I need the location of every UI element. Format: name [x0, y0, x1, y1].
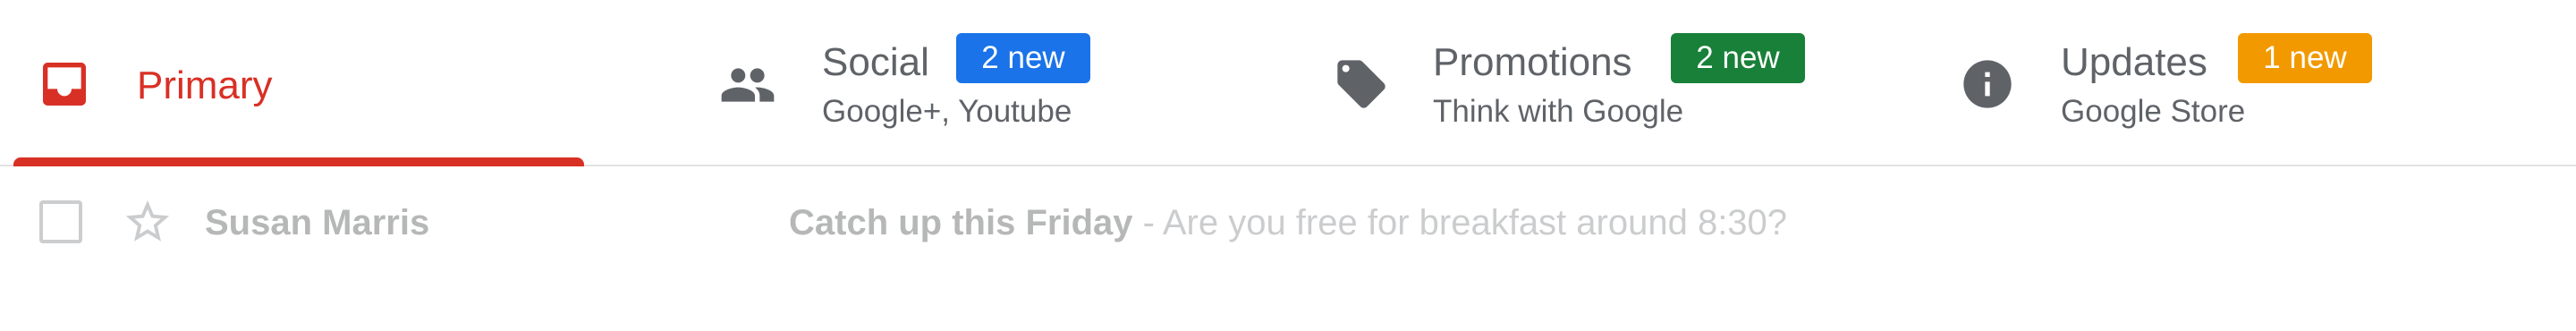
star-icon[interactable]: [122, 196, 174, 248]
email-snippet: Are you free for breakfast around 8:30?: [1162, 203, 1788, 242]
tab-label: Promotions: [1433, 40, 1632, 84]
tab-label: Primary: [137, 64, 273, 107]
email-row[interactable]: Susan Marris Catch up this Friday - Are …: [0, 168, 2576, 276]
email-preview: Catch up this Friday - Are you free for …: [789, 205, 1787, 241]
tab-promotions[interactable]: Promotions 2 new Think with Google: [1324, 0, 1932, 166]
email-separator: -: [1132, 203, 1163, 242]
tab-label: Social: [822, 40, 929, 84]
email-sender: Susan Marris: [205, 203, 430, 242]
info-icon: [1959, 55, 2016, 113]
tab-label: Updates: [2061, 40, 2207, 84]
new-count-badge: 2 new: [1671, 33, 1805, 83]
inbox-icon: [36, 55, 93, 113]
tab-primary[interactable]: Primary: [0, 0, 590, 166]
tab-subtitle: Google Store: [2061, 94, 2246, 129]
new-count-badge: 2 new: [956, 33, 1090, 83]
tab-subtitle: Google+, Youtube: [822, 94, 1072, 129]
tab-social[interactable]: Social 2 new Google+, Youtube: [707, 0, 1315, 166]
select-checkbox[interactable]: [39, 200, 82, 243]
tag-icon: [1333, 55, 1390, 113]
people-icon: [719, 56, 776, 114]
tab-updates[interactable]: Updates 1 new Google Store: [1950, 0, 2558, 166]
new-count-badge: 1 new: [2238, 33, 2372, 83]
category-tabs: Primary Social 2 new Google+, Youtube Pr…: [0, 0, 2576, 166]
active-tab-indicator: [13, 157, 584, 166]
email-subject: Catch up this Friday: [789, 203, 1133, 242]
tab-subtitle: Think with Google: [1433, 94, 1684, 129]
